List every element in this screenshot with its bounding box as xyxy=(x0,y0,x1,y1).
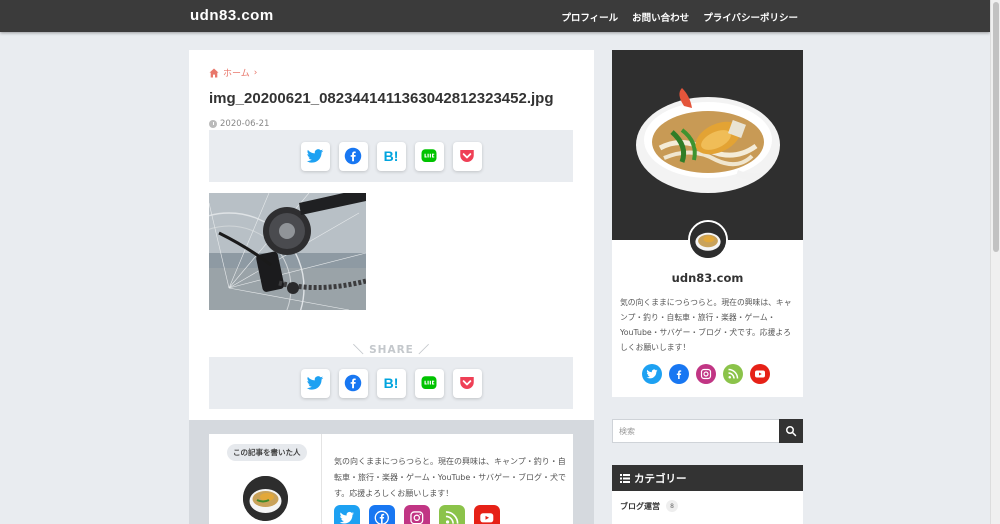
share-label: ＼ SHARE ／ xyxy=(189,342,594,357)
categories-header: カテゴリー xyxy=(612,465,803,491)
line-icon xyxy=(421,149,437,162)
page-scrollbar[interactable] xyxy=(990,0,1000,524)
category-count-badge: 8 xyxy=(666,500,678,512)
twitter-icon xyxy=(646,369,658,379)
share-buttons-bottom: B! xyxy=(209,357,573,409)
profile-avatar[interactable] xyxy=(688,220,728,260)
facebook-icon xyxy=(344,147,362,165)
author-card: この記事を書いた人 気の向くままにつらつらと。現在の興味は、キャンプ・釣り・自転… xyxy=(209,434,573,524)
list-icon xyxy=(620,473,630,483)
author-bio: 気の向くままにつらつらと。現在の興味は、キャンプ・釣り・自転車・旅行・楽器・ゲー… xyxy=(334,457,566,498)
instagram-icon xyxy=(410,511,424,524)
instagram-icon xyxy=(700,368,712,380)
share-line-button[interactable] xyxy=(414,141,444,171)
author-instagram-link[interactable] xyxy=(404,505,430,524)
clock-icon xyxy=(209,120,217,128)
udon-avatar-image xyxy=(243,476,288,521)
twitter-icon xyxy=(306,149,324,163)
article-image-bicycle-gear[interactable] xyxy=(209,193,366,310)
profile-instagram-link[interactable] xyxy=(696,364,716,384)
facebook-icon xyxy=(374,510,390,524)
breadcrumb: ホーム › xyxy=(209,66,257,79)
share-line-button[interactable] xyxy=(414,368,444,398)
rss-icon xyxy=(446,511,459,524)
article-title: img_20200621_082344141136304281232345​2.… xyxy=(209,90,554,107)
sidebar-profile-widget: udn83.com 気の向くままにつらつらと。現在の興味は、キャンプ・釣り・自転… xyxy=(612,50,803,397)
profile-header-image xyxy=(612,50,803,240)
udon-avatar-image xyxy=(690,222,726,258)
share-pocket-button[interactable] xyxy=(452,368,482,398)
twitter-icon xyxy=(306,376,324,390)
author-facebook-link[interactable] xyxy=(369,505,395,524)
profile-facebook-link[interactable] xyxy=(669,364,689,384)
hatena-icon: B! xyxy=(383,148,399,164)
search-input[interactable] xyxy=(613,420,779,442)
header-nav: プロフィール お問い合わせ プライバシーポリシー xyxy=(561,10,798,24)
home-icon xyxy=(209,68,219,77)
twitter-icon xyxy=(339,512,355,524)
categories-title: カテゴリー xyxy=(634,472,687,485)
categories-widget: カテゴリー ブログ運営 8 xyxy=(612,465,803,524)
line-icon xyxy=(421,376,437,389)
breadcrumb-separator: › xyxy=(253,67,258,78)
youtube-icon xyxy=(480,513,494,523)
share-twitter-button[interactable] xyxy=(300,141,330,171)
search-button[interactable] xyxy=(779,419,803,443)
share-buttons-top: B! xyxy=(209,130,573,182)
udon-bowl-image xyxy=(612,50,803,240)
profile-bio: 気の向くままにつらつらと。現在の興味は、キャンプ・釣り・自転車・旅行・楽器・ゲー… xyxy=(620,298,792,352)
breadcrumb-home-link[interactable]: ホーム xyxy=(223,66,250,79)
profile-youtube-link[interactable] xyxy=(750,364,770,384)
bicycle-gear-photo xyxy=(209,193,366,310)
facebook-icon xyxy=(344,374,362,392)
scrollbar-thumb[interactable] xyxy=(993,2,999,252)
share-slash-left: ＼ xyxy=(352,344,370,356)
site-logo[interactable]: udn83.com xyxy=(190,7,274,24)
nav-contact[interactable]: お問い合わせ xyxy=(632,10,689,24)
nav-profile[interactable]: プロフィール xyxy=(561,10,618,24)
author-twitter-link[interactable] xyxy=(334,505,360,524)
site-header: udn83.com プロフィール お問い合わせ プライバシーポリシー xyxy=(0,0,990,32)
nav-privacy-policy[interactable]: プライバシーポリシー xyxy=(703,10,798,24)
author-badge: この記事を書いた人 xyxy=(227,444,307,461)
rss-icon xyxy=(728,368,739,379)
author-section: この記事を書いた人 気の向くままにつらつらと。現在の興味は、キャンプ・釣り・自転… xyxy=(189,420,594,524)
share-label-text: SHARE xyxy=(369,344,414,356)
facebook-icon xyxy=(676,370,682,379)
hatena-icon: B! xyxy=(383,375,399,391)
author-social-links xyxy=(334,505,500,524)
author-rss-link[interactable] xyxy=(439,505,465,524)
profile-twitter-link[interactable] xyxy=(642,364,662,384)
pocket-icon xyxy=(460,150,474,162)
category-name: ブログ運営 xyxy=(620,501,660,511)
search-box xyxy=(612,419,803,443)
share-facebook-button[interactable] xyxy=(338,141,368,171)
youtube-icon xyxy=(755,370,765,378)
post-date-text: 2020-06-21 xyxy=(220,119,270,129)
post-date: 2020-06-21 xyxy=(209,119,269,129)
profile-name: udn83.com xyxy=(671,271,744,285)
share-slash-right: ／ xyxy=(413,344,431,356)
share-pocket-button[interactable] xyxy=(452,141,482,171)
category-item[interactable]: ブログ運営 8 xyxy=(612,491,803,521)
article-card: ホーム › img_20200621_082344141136304281232… xyxy=(189,50,594,420)
share-facebook-button[interactable] xyxy=(338,368,368,398)
author-avatar[interactable] xyxy=(243,476,288,521)
pocket-icon xyxy=(460,377,474,389)
search-icon xyxy=(786,426,797,437)
profile-social-links xyxy=(642,364,770,384)
author-youtube-link[interactable] xyxy=(474,505,500,524)
share-hatena-button[interactable]: B! xyxy=(376,368,406,398)
share-hatena-button[interactable]: B! xyxy=(376,141,406,171)
share-twitter-button[interactable] xyxy=(300,368,330,398)
author-profile: この記事を書いた人 xyxy=(209,434,322,524)
profile-rss-link[interactable] xyxy=(723,364,743,384)
